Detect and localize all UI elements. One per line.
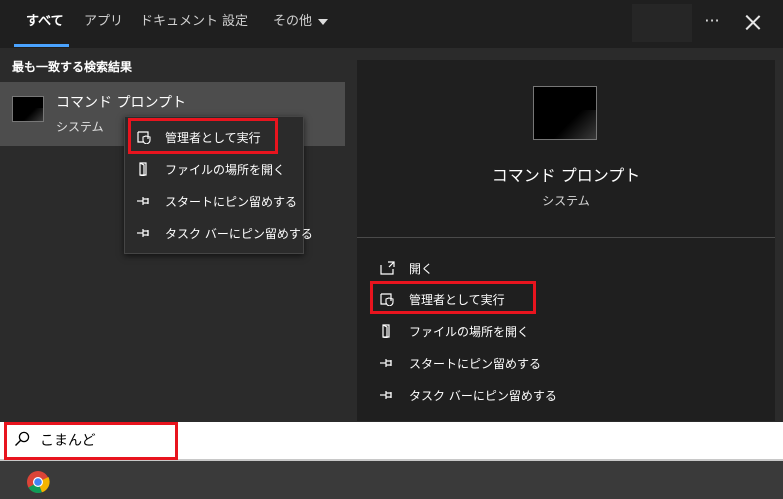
tab-more[interactable]: その他 xyxy=(273,0,329,48)
ctx-open-file-location[interactable]: ファイルの場所を開く xyxy=(125,154,303,184)
highlight-box xyxy=(370,281,536,314)
tab-settings[interactable]: 設定 xyxy=(222,0,248,48)
best-match-heading: 最も一致する検索結果 xyxy=(12,60,133,74)
chrome-icon[interactable] xyxy=(26,470,50,494)
command-prompt-icon xyxy=(533,86,597,140)
action-open[interactable]: 開く xyxy=(370,255,630,281)
open-icon xyxy=(380,261,396,275)
tab-apps[interactable]: アプリ xyxy=(84,0,123,48)
tab-more-label: その他 xyxy=(273,14,313,29)
preview-title: コマンド プロンプト xyxy=(491,166,641,185)
chevron-down-icon xyxy=(318,18,329,25)
ctx-pin-to-taskbar[interactable]: タスク バーにピン留めする xyxy=(125,218,313,248)
action-pin-to-taskbar-label: タスク バーにピン留めする xyxy=(409,389,557,403)
active-tab-indicator xyxy=(14,44,69,47)
action-pin-to-taskbar[interactable]: タスク バーにピン留めする xyxy=(370,382,630,408)
pin-icon xyxy=(380,388,396,402)
file-location-icon xyxy=(380,324,396,339)
command-prompt-icon xyxy=(12,96,44,122)
ctx-open-file-location-label: ファイルの場所を開く xyxy=(165,163,286,177)
action-open-file-location[interactable]: ファイルの場所を開く xyxy=(370,318,630,344)
result-type: システム xyxy=(56,120,104,134)
action-open-label: 開く xyxy=(409,262,434,276)
file-location-icon xyxy=(137,162,151,177)
highlight-box xyxy=(128,118,278,154)
pin-icon xyxy=(380,356,396,370)
action-open-file-location-label: ファイルの場所を開く xyxy=(409,325,530,339)
result-name: コマンド プロンプト xyxy=(56,95,187,111)
tab-documents[interactable]: ドキュメント xyxy=(140,0,218,48)
ctx-pin-to-start-label: スタートにピン留めする xyxy=(165,195,298,209)
ctx-pin-to-start[interactable]: スタートにピン留めする xyxy=(125,186,303,216)
pin-icon xyxy=(137,194,151,208)
close-icon[interactable] xyxy=(740,8,766,38)
action-pin-to-start[interactable]: スタートにピン留めする xyxy=(370,350,630,376)
highlight-box xyxy=(4,422,178,460)
pin-icon xyxy=(137,226,151,240)
account-area[interactable] xyxy=(632,4,692,42)
taskbar xyxy=(0,461,783,499)
tab-all[interactable]: すべて xyxy=(26,0,64,48)
ctx-pin-to-taskbar-label: タスク バーにピン留めする xyxy=(165,227,313,241)
ellipsis-icon[interactable]: ··· xyxy=(700,6,724,40)
action-pin-to-start-label: スタートにピン留めする xyxy=(409,357,542,371)
preview-subtitle: システム xyxy=(542,194,590,208)
divider xyxy=(357,237,775,238)
